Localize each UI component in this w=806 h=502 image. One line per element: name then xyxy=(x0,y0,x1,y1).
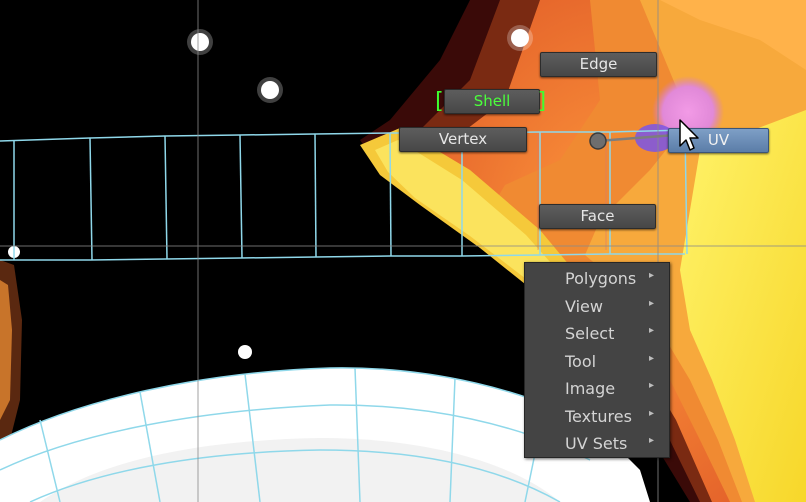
menu-item-uv-sets[interactable]: UV Sets ▸ xyxy=(525,430,669,458)
context-menu: Polygons ▸ View ▸ Select ▸ Tool ▸ Image … xyxy=(524,262,670,458)
menu-item-label: Polygons xyxy=(565,269,637,288)
menu-item-tool[interactable]: Tool ▸ xyxy=(525,348,669,376)
menu-item-label: Select xyxy=(565,324,615,343)
submenu-arrow-icon: ▸ xyxy=(649,380,655,391)
menu-item-label: UV Sets xyxy=(565,434,628,453)
menu-item-label: Image xyxy=(565,379,616,398)
menu-item-image[interactable]: Image ▸ xyxy=(525,375,669,403)
edge-button[interactable]: Edge xyxy=(540,52,657,77)
menu-item-label: Textures xyxy=(565,406,632,426)
menu-item-view[interactable]: View ▸ xyxy=(525,293,669,321)
menu-item-label: Tool xyxy=(565,351,597,371)
face-button[interactable]: Face xyxy=(539,204,656,229)
submenu-arrow-icon: ▸ xyxy=(649,435,655,446)
uv-editor-viewport[interactable]: Edge [ Shell ] Vertex UV Face Polygons ▸… xyxy=(0,0,806,502)
vertex-button[interactable]: Vertex xyxy=(399,127,527,152)
shell-button[interactable]: Shell xyxy=(444,89,540,114)
submenu-arrow-icon: ▸ xyxy=(649,270,655,281)
shell-bracket-right: ] xyxy=(536,89,550,114)
submenu-arrow-icon: ▸ xyxy=(649,297,655,309)
menu-item-select[interactable]: Select ▸ xyxy=(525,320,669,348)
menu-item-label: View xyxy=(565,296,603,316)
submenu-arrow-icon: ▸ xyxy=(649,325,655,336)
submenu-arrow-icon: ▸ xyxy=(649,352,655,364)
menu-item-polygons[interactable]: Polygons ▸ xyxy=(525,265,669,293)
menu-item-textures[interactable]: Textures ▸ xyxy=(525,403,669,431)
mouse-cursor-icon xyxy=(679,119,699,151)
submenu-arrow-icon: ▸ xyxy=(649,407,655,419)
uv-texture-canvas[interactable] xyxy=(0,0,806,502)
